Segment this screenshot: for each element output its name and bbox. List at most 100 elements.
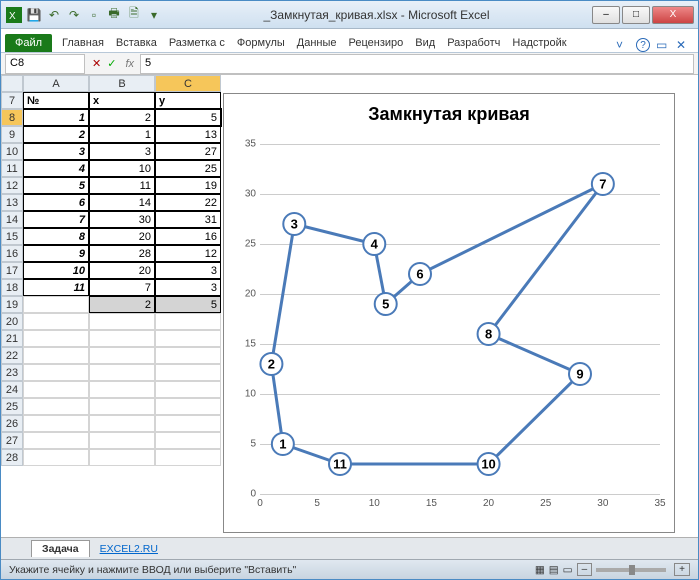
print-icon[interactable]: 🗎 <box>125 6 143 24</box>
cell-B20[interactable] <box>89 313 155 330</box>
tab-review[interactable]: Рецензиро <box>343 34 410 52</box>
row-header-19[interactable]: 19 <box>1 296 23 313</box>
row-header-13[interactable]: 13 <box>1 194 23 211</box>
row-header-10[interactable]: 10 <box>1 143 23 160</box>
save-icon[interactable]: 💾 <box>25 6 43 24</box>
cell-B14[interactable]: 30 <box>89 211 155 228</box>
tab-developer[interactable]: Разработч <box>441 34 506 52</box>
minimize-ribbon-icon[interactable]: ˅ <box>616 38 630 52</box>
cancel-icon[interactable]: ✕ <box>92 57 101 70</box>
row-header-22[interactable]: 22 <box>1 347 23 364</box>
cell-C12[interactable]: 19 <box>155 177 221 194</box>
print-preview-icon[interactable]: 🖶 <box>105 6 123 24</box>
col-header-B[interactable]: B <box>89 75 155 92</box>
zoom-slider[interactable] <box>596 568 666 572</box>
view-layout-icon[interactable]: ▤ <box>549 564 559 576</box>
cell-A11[interactable]: 4 <box>23 160 89 177</box>
tab-addins[interactable]: Надстройк <box>506 34 572 52</box>
name-box[interactable]: C8 <box>5 54 85 74</box>
cell-B16[interactable]: 28 <box>89 245 155 262</box>
sheet-tab-active[interactable]: Задача <box>31 540 90 557</box>
cell-B23[interactable] <box>89 364 155 381</box>
cell-A25[interactable] <box>23 398 89 415</box>
row-header-21[interactable]: 21 <box>1 330 23 347</box>
cell-C27[interactable] <box>155 432 221 449</box>
window-restore-icon[interactable]: ▭ <box>656 38 670 52</box>
cell-B7[interactable]: x <box>89 92 155 109</box>
cell-C8[interactable]: 5 <box>155 109 221 126</box>
cell-B11[interactable]: 10 <box>89 160 155 177</box>
cell-A12[interactable]: 5 <box>23 177 89 194</box>
new-icon[interactable]: ▫ <box>85 6 103 24</box>
tab-data[interactable]: Данные <box>291 34 343 52</box>
cell-C11[interactable]: 25 <box>155 160 221 177</box>
tab-insert[interactable]: Вставка <box>110 34 163 52</box>
row-header-12[interactable]: 12 <box>1 177 23 194</box>
qat-dropdown-icon[interactable]: ▾ <box>145 6 163 24</box>
select-all-corner[interactable] <box>1 75 23 92</box>
cell-A26[interactable] <box>23 415 89 432</box>
maximize-button[interactable]: □ <box>622 6 650 24</box>
cell-C13[interactable]: 22 <box>155 194 221 211</box>
cell-C9[interactable]: 13 <box>155 126 221 143</box>
cell-A24[interactable] <box>23 381 89 398</box>
cell-A28[interactable] <box>23 449 89 466</box>
cell-A21[interactable] <box>23 330 89 347</box>
col-header-A[interactable]: A <box>23 75 89 92</box>
cell-C19[interactable]: 5 <box>155 296 221 313</box>
cell-grid[interactable]: ABC7№xy812592113103327114102512511191361… <box>1 75 221 537</box>
cell-B18[interactable]: 7 <box>89 279 155 296</box>
cell-A27[interactable] <box>23 432 89 449</box>
row-header-27[interactable]: 27 <box>1 432 23 449</box>
formula-input[interactable]: 5 <box>140 54 694 74</box>
cell-B17[interactable]: 20 <box>89 262 155 279</box>
cell-B26[interactable] <box>89 415 155 432</box>
cell-C10[interactable]: 27 <box>155 143 221 160</box>
cell-B27[interactable] <box>89 432 155 449</box>
row-header-7[interactable]: 7 <box>1 92 23 109</box>
cell-B12[interactable]: 11 <box>89 177 155 194</box>
tab-formulas[interactable]: Формулы <box>231 34 291 52</box>
tab-home[interactable]: Главная <box>56 34 110 52</box>
cell-A15[interactable]: 8 <box>23 228 89 245</box>
cell-C14[interactable]: 31 <box>155 211 221 228</box>
cell-C26[interactable] <box>155 415 221 432</box>
cell-C23[interactable] <box>155 364 221 381</box>
tab-layout[interactable]: Разметка с <box>163 34 231 52</box>
minimize-button[interactable]: – <box>592 6 620 24</box>
zoom-in-button[interactable]: + <box>674 563 690 576</box>
cell-A9[interactable]: 2 <box>23 126 89 143</box>
cell-C24[interactable] <box>155 381 221 398</box>
cell-B22[interactable] <box>89 347 155 364</box>
cell-A23[interactable] <box>23 364 89 381</box>
col-header-C[interactable]: C <box>155 75 221 92</box>
cell-C25[interactable] <box>155 398 221 415</box>
cell-A16[interactable]: 9 <box>23 245 89 262</box>
row-header-15[interactable]: 15 <box>1 228 23 245</box>
cell-C22[interactable] <box>155 347 221 364</box>
row-header-26[interactable]: 26 <box>1 415 23 432</box>
row-header-18[interactable]: 18 <box>1 279 23 296</box>
view-break-icon[interactable]: ▭ <box>563 564 573 576</box>
row-header-14[interactable]: 14 <box>1 211 23 228</box>
undo-icon[interactable]: ↶ <box>45 6 63 24</box>
row-header-8[interactable]: 8 <box>1 109 23 126</box>
cell-A7[interactable]: № <box>23 92 89 109</box>
enter-icon[interactable]: ✓ <box>107 57 116 70</box>
row-header-9[interactable]: 9 <box>1 126 23 143</box>
cell-C7[interactable]: y <box>155 92 221 109</box>
sheet-tab-link[interactable]: EXCEL2.RU <box>90 541 168 557</box>
cell-B10[interactable]: 3 <box>89 143 155 160</box>
chart[interactable]: Замкнутая кривая 05101520253035051015202… <box>223 93 675 533</box>
tab-view[interactable]: Вид <box>409 34 441 52</box>
cell-A14[interactable]: 7 <box>23 211 89 228</box>
cell-A13[interactable]: 6 <box>23 194 89 211</box>
row-header-24[interactable]: 24 <box>1 381 23 398</box>
row-header-25[interactable]: 25 <box>1 398 23 415</box>
fx-icon[interactable]: fx <box>125 58 134 70</box>
zoom-out-button[interactable]: – <box>577 563 593 576</box>
redo-icon[interactable]: ↷ <box>65 6 83 24</box>
cell-A19[interactable] <box>23 296 89 313</box>
cell-B13[interactable]: 14 <box>89 194 155 211</box>
row-header-16[interactable]: 16 <box>1 245 23 262</box>
